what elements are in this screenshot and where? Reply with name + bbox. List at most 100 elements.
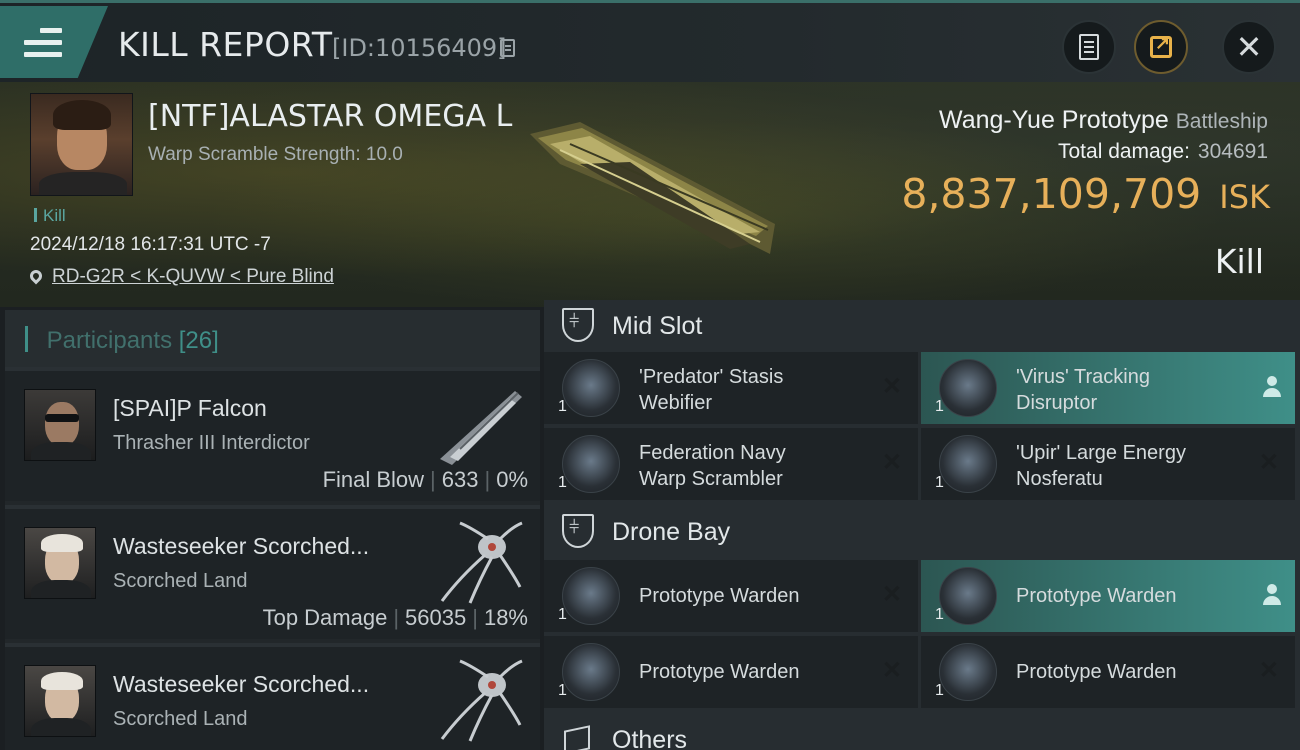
webifier-icon: [562, 359, 620, 417]
participant-stats: Top Damage | 56035 | 18%: [262, 605, 528, 630]
header-bar: KILL REPORT [ID:10156409] ✕: [0, 0, 1300, 82]
cube-icon: [564, 725, 590, 750]
isk-unit: ISK: [1219, 178, 1270, 216]
drone-name: Prototype Warden: [1016, 661, 1177, 683]
total-damage-value: 304691: [1197, 140, 1268, 163]
location-pin-icon: [27, 267, 45, 285]
drone-qty: 1: [558, 682, 567, 699]
drone-name: Prototype Warden: [639, 661, 800, 683]
module-name: 'Virus' Tracking Disruptor: [1016, 366, 1150, 414]
mid-slot-label: Mid Slot: [612, 312, 703, 340]
avatar: [24, 527, 96, 599]
participants-panel: Participants [26] [SPAI]P Falcon Thrashe…: [5, 310, 540, 750]
drone-bay-icon: [562, 514, 594, 548]
person-icon: [1263, 376, 1281, 398]
page-title: KILL REPORT: [118, 25, 333, 64]
participant-name: Wasteseeker Scorched...: [113, 533, 370, 559]
warp-scrambler-icon: [562, 435, 620, 493]
victim-ship-image: [530, 122, 775, 254]
avatar: [24, 665, 96, 737]
hamburger-icon: [24, 28, 62, 58]
victim-portrait[interactable]: [30, 93, 133, 196]
warp-scramble-strength: Warp Scramble Strength: 10.0: [148, 144, 403, 165]
participant-damage: 56035: [405, 605, 467, 630]
module-slot[interactable]: 1 'Virus' Tracking Disruptor: [921, 352, 1295, 424]
ship-name: Wang-Yue Prototype: [939, 106, 1169, 134]
module-name: 'Upir' Large Energy Nosferatu: [1016, 442, 1186, 490]
participant-percent: 18%: [483, 605, 528, 630]
total-damage: Total damage: 304691: [1058, 140, 1268, 164]
participant-ship-image: [440, 391, 522, 465]
participant-ship: Scorched Land: [113, 708, 248, 730]
participant-row[interactable]: [SPAI]P Falcon Thrasher III Interdictor …: [5, 367, 540, 501]
final-blow-tag: Final Blow: [322, 467, 425, 492]
participant-row[interactable]: Wasteseeker Scorched... Scorched Land: [5, 643, 540, 750]
destroyed-icon: ✕: [881, 581, 902, 608]
copy-icon[interactable]: [500, 39, 515, 57]
report-button[interactable]: [1062, 20, 1116, 74]
participants-count: [26]: [178, 327, 219, 354]
participant-ship-image: [440, 521, 523, 604]
drone-icon: [939, 643, 997, 701]
fitting-panel: Mid Slot 1 'Predator' StasisWebifier ✕ 1…: [544, 300, 1300, 750]
destroyed-icon: ✕: [881, 373, 902, 400]
isk-amount: 8,837,109,709: [901, 170, 1202, 218]
victim-ship[interactable]: Wang-Yue Prototype Battleship: [939, 106, 1268, 135]
kill-timestamp: 2024/12/18 16:17:31 UTC -7: [30, 234, 271, 255]
kill-tag: Kill: [34, 206, 66, 226]
drone-icon: [562, 643, 620, 701]
destroyed-icon: ✕: [1258, 449, 1279, 476]
report-id: [ID:10156409]: [332, 34, 507, 62]
module-name: 'Predator' Stasis Webifier: [639, 366, 784, 414]
participants-header: Participants [26]: [5, 310, 540, 367]
drone-name: Prototype Warden: [1016, 585, 1177, 607]
drone-slot[interactable]: 1 Prototype Warden ✕: [921, 636, 1295, 708]
participant-ship: Thrasher III Interdictor: [113, 432, 310, 454]
others-label: Others: [612, 726, 688, 750]
mid-slot-icon: [562, 308, 594, 342]
module-slot[interactable]: 1 'Predator' Stasis Webifier ✕: [544, 352, 918, 424]
participants-title: Participants [26]: [25, 326, 219, 355]
drone-qty: 1: [935, 606, 944, 623]
kill-location[interactable]: RD-G2R < K-QUVW < Pure Blind: [27, 266, 334, 288]
victim-name[interactable]: [NTF]ALASTAR OMEGA L: [148, 99, 512, 134]
close-button[interactable]: ✕: [1222, 20, 1276, 74]
module-qty: 1: [558, 398, 567, 415]
victim-summary: [NTF]ALASTAR OMEGA L Warp Scramble Stren…: [0, 82, 1300, 307]
avatar: [24, 389, 96, 461]
nosferatu-icon: [939, 435, 997, 493]
participants-label: Participants: [46, 327, 173, 354]
isk-value: 8,837,109,709 ISK: [901, 170, 1270, 218]
drone-icon: [939, 567, 997, 625]
drone-slot[interactable]: 1 Prototype Warden: [921, 560, 1295, 632]
share-button[interactable]: [1134, 20, 1188, 74]
menu-button[interactable]: [0, 6, 108, 78]
section-others: Others: [544, 714, 1300, 750]
participant-row[interactable]: Wasteseeker Scorched... Scorched Land To…: [5, 505, 540, 639]
result-label: Kill: [1214, 242, 1264, 281]
participant-percent: 0%: [496, 467, 528, 492]
top-damage-tag: Top Damage: [262, 605, 388, 630]
location-link[interactable]: RD-G2R < K-QUVW < Pure Blind: [52, 266, 334, 287]
drone-bay-label: Drone Bay: [612, 518, 731, 546]
share-icon: [1150, 33, 1172, 58]
drone-slot[interactable]: 1 Prototype Warden ✕: [544, 560, 918, 632]
section-drone-bay: Drone Bay: [544, 506, 1300, 558]
module-slot[interactable]: 1 Federation Navy Warp Scrambler ✕: [544, 428, 918, 500]
drone-slot[interactable]: 1 Prototype Warden ✕: [544, 636, 918, 708]
drone-qty: 1: [935, 682, 944, 699]
participant-stats: Final Blow | 633 | 0%: [322, 467, 528, 492]
participant-name: Wasteseeker Scorched...: [113, 671, 370, 697]
document-icon: [1079, 34, 1099, 60]
module-slot[interactable]: 1 'Upir' Large Energy Nosferatu ✕: [921, 428, 1295, 500]
participant-ship-image: [440, 659, 523, 742]
participant-ship: Scorched Land: [113, 570, 248, 592]
total-damage-label: Total damage:: [1058, 140, 1190, 163]
ship-class: Battleship: [1175, 110, 1268, 133]
drone-name: Prototype Warden: [639, 585, 800, 607]
destroyed-icon: ✕: [881, 657, 902, 684]
drone-icon: [562, 567, 620, 625]
close-icon: ✕: [1235, 29, 1263, 65]
participant-damage: 633: [441, 467, 479, 492]
module-qty: 1: [558, 474, 567, 491]
